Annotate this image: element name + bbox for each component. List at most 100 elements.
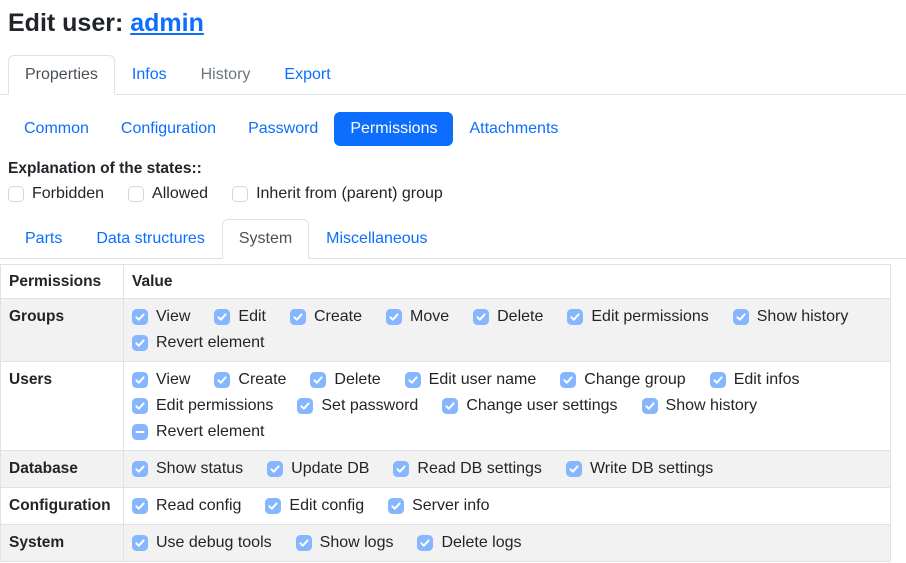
pill-permissions[interactable]: Permissions — [334, 112, 453, 146]
checkbox-checked-icon — [214, 372, 230, 388]
category-configuration: Configuration — [1, 488, 124, 525]
database-label-write-db-settings: Write DB settings — [590, 456, 713, 482]
groups-label-delete: Delete — [497, 304, 543, 330]
tab-data-structures[interactable]: Data structures — [79, 219, 221, 259]
users-checkbox-edit-user-name[interactable]: Edit user name — [405, 367, 537, 393]
system-checkbox-use-debug-tools[interactable]: Use debug tools — [132, 530, 272, 556]
configuration-label-read-config: Read config — [156, 493, 241, 519]
system-checkbox-show-logs[interactable]: Show logs — [296, 530, 394, 556]
category-system: System — [1, 525, 124, 562]
checkbox-checked-icon — [310, 372, 326, 388]
checkbox-checked-icon — [265, 498, 281, 514]
legend-checkbox-forbidden[interactable]: Forbidden — [8, 185, 104, 203]
users-checkbox-edit-infos[interactable]: Edit infos — [710, 367, 800, 393]
checkbox-checked-icon — [297, 398, 313, 414]
tab-parts[interactable]: Parts — [8, 219, 79, 259]
checkbox-checked-icon — [388, 498, 404, 514]
groups-checkbox-show-history[interactable]: Show history — [733, 304, 849, 330]
checkbox-checked-icon — [560, 372, 576, 388]
users-checkbox-show-history[interactable]: Show history — [642, 393, 758, 419]
checkbox-checked-icon — [567, 309, 583, 325]
checkbox-checked-icon — [132, 335, 148, 351]
groups-checkbox-edit[interactable]: Edit — [214, 304, 266, 330]
users-checkbox-revert-element[interactable]: Revert element — [132, 419, 265, 445]
tab-miscellaneous[interactable]: Miscellaneous — [309, 219, 444, 259]
system-checkbox-delete-logs[interactable]: Delete logs — [417, 530, 521, 556]
legend-label-allowed: Allowed — [152, 185, 208, 203]
main-tabs: PropertiesInfosHistoryExport — [0, 55, 906, 95]
page-title: Edit user: admin — [8, 8, 906, 38]
groups-label-show-history: Show history — [757, 304, 849, 330]
users-label-create: Create — [238, 367, 286, 393]
tab-properties[interactable]: Properties — [8, 55, 115, 95]
category-users: Users — [1, 362, 124, 451]
pill-password[interactable]: Password — [232, 112, 334, 146]
database-checkbox-show-status[interactable]: Show status — [132, 456, 243, 482]
configuration-label-server-info: Server info — [412, 493, 489, 519]
users-checkbox-change-group[interactable]: Change group — [560, 367, 685, 393]
table-header-row: Permissions Value — [1, 265, 891, 299]
checkbox-checked-icon — [132, 398, 148, 414]
section-pills: CommonConfigurationPasswordPermissionsAt… — [0, 112, 906, 146]
permission-tabs: PartsData structuresSystemMiscellaneous — [0, 219, 906, 259]
users-label-set-password: Set password — [321, 393, 418, 419]
system-label-show-logs: Show logs — [320, 530, 394, 556]
users-checkbox-set-password[interactable]: Set password — [297, 393, 418, 419]
users-label-edit-permissions: Edit permissions — [156, 393, 273, 419]
checkbox-checked-icon — [267, 461, 283, 477]
edited-user-link[interactable]: admin — [130, 9, 204, 37]
groups-label-view: View — [156, 304, 190, 330]
pill-common[interactable]: Common — [8, 112, 105, 146]
configuration-checkbox-server-info[interactable]: Server info — [388, 493, 489, 519]
database-label-update-db: Update DB — [291, 456, 369, 482]
checkbox-checked-icon — [132, 498, 148, 514]
users-checkbox-change-user-settings[interactable]: Change user settings — [442, 393, 617, 419]
database-checkbox-read-db-settings[interactable]: Read DB settings — [393, 456, 542, 482]
users-checkbox-edit-permissions[interactable]: Edit permissions — [132, 393, 273, 419]
users-label-edit-infos: Edit infos — [734, 367, 800, 393]
pill-attachments[interactable]: Attachments — [453, 112, 574, 146]
users-checkbox-view[interactable]: View — [132, 367, 190, 393]
groups-label-edit: Edit — [238, 304, 266, 330]
column-header-value: Value — [124, 265, 891, 299]
configuration-checkbox-read-config[interactable]: Read config — [132, 493, 241, 519]
tab-history: History — [184, 55, 268, 95]
legend-checkbox-allowed[interactable]: Allowed — [128, 185, 208, 203]
users-label-show-history: Show history — [666, 393, 758, 419]
groups-checkbox-edit-permissions[interactable]: Edit permissions — [567, 304, 708, 330]
users-label-edit-user-name: Edit user name — [429, 367, 537, 393]
checkbox-unchecked-icon — [8, 186, 24, 202]
pill-configuration[interactable]: Configuration — [105, 112, 232, 146]
database-checkbox-write-db-settings[interactable]: Write DB settings — [566, 456, 713, 482]
checkbox-checked-icon — [132, 309, 148, 325]
groups-checkbox-view[interactable]: View — [132, 304, 190, 330]
permission-row-groups: GroupsViewEditCreateMoveDeleteEdit permi… — [1, 299, 891, 362]
users-checkbox-create[interactable]: Create — [214, 367, 286, 393]
groups-checkbox-create[interactable]: Create — [290, 304, 362, 330]
legend-heading: Explanation of the states:: — [8, 160, 906, 178]
legend-label-inherit-from-parent-group: Inherit from (parent) group — [256, 185, 443, 203]
value-cell-groups: View Edit Create Move Delete Edit permissions… — [124, 299, 891, 362]
column-header-permissions: Permissions — [1, 265, 124, 299]
groups-label-create: Create — [314, 304, 362, 330]
groups-label-move: Move — [410, 304, 449, 330]
checkbox-unchecked-icon — [128, 186, 144, 202]
tab-system[interactable]: System — [222, 219, 309, 259]
groups-checkbox-move[interactable]: Move — [386, 304, 449, 330]
database-checkbox-update-db[interactable]: Update DB — [267, 456, 369, 482]
checkbox-checked-icon — [566, 461, 582, 477]
users-checkbox-delete[interactable]: Delete — [310, 367, 380, 393]
tab-infos[interactable]: Infos — [115, 55, 184, 95]
checkbox-indeterminate-icon — [132, 424, 148, 440]
users-label-revert-element: Revert element — [156, 419, 265, 445]
value-cell-system: Use debug tools Show logs Delete logs — [124, 525, 891, 562]
tab-export[interactable]: Export — [267, 55, 347, 95]
configuration-checkbox-edit-config[interactable]: Edit config — [265, 493, 364, 519]
checkbox-checked-icon — [393, 461, 409, 477]
users-label-view: View — [156, 367, 190, 393]
page-title-text: Edit user: — [8, 9, 130, 37]
legend-checkbox-inherit-from-parent-group[interactable]: Inherit from (parent) group — [232, 185, 443, 203]
checkbox-checked-icon — [733, 309, 749, 325]
groups-checkbox-revert-element[interactable]: Revert element — [132, 330, 265, 356]
groups-checkbox-delete[interactable]: Delete — [473, 304, 543, 330]
